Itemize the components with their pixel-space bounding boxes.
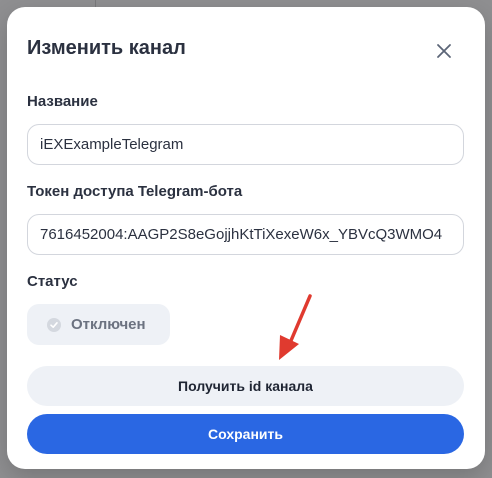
check-circle-icon <box>47 317 61 332</box>
close-icon <box>437 44 451 58</box>
token-label: Токен доступа Telegram-бота <box>27 183 243 200</box>
status-toggle[interactable]: Отключен <box>27 304 170 345</box>
name-label: Название <box>27 93 98 110</box>
edit-channel-dialog: Изменить канал Название iEXExampleTelegr… <box>7 7 485 469</box>
get-channel-id-button[interactable]: Получить id канала <box>27 366 464 406</box>
token-input[interactable]: 7616452004:AAGP2S8eGojjhKtTiXexeW6x_YBVc… <box>27 214 464 255</box>
status-label: Статус <box>27 273 78 290</box>
dialog-title: Изменить канал <box>27 37 186 59</box>
name-input[interactable]: iEXExampleTelegram <box>27 124 464 165</box>
close-button[interactable] <box>432 39 456 63</box>
status-value: Отключен <box>71 316 146 333</box>
save-button[interactable]: Сохранить <box>27 414 464 454</box>
